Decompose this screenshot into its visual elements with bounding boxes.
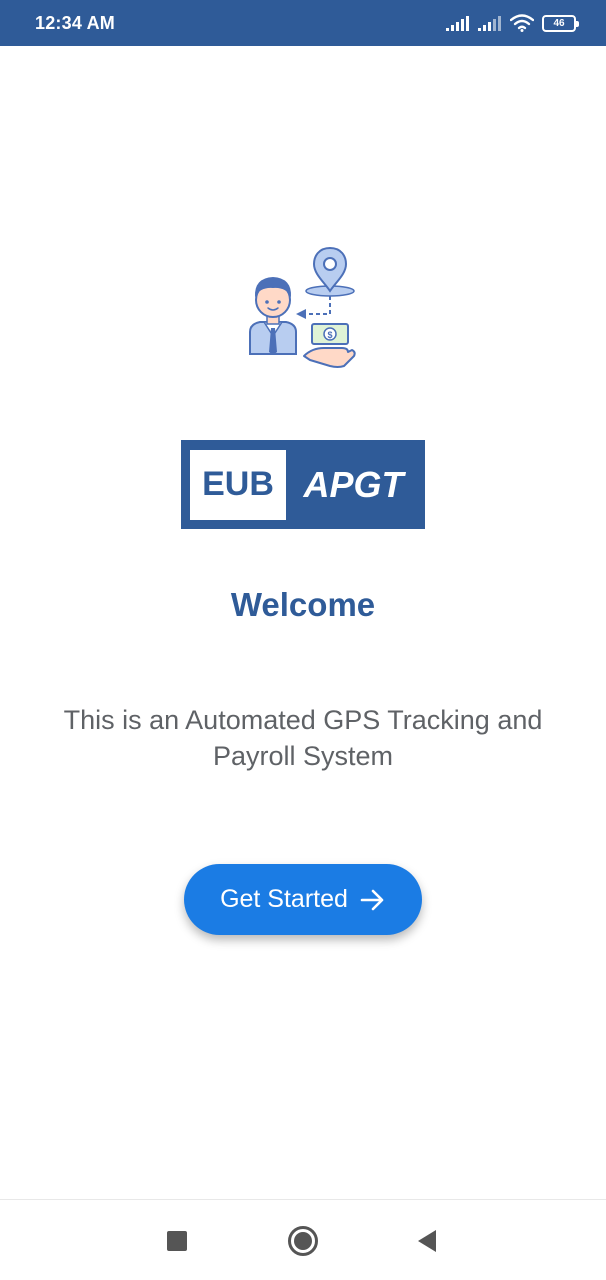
battery-icon: 46 xyxy=(542,14,579,32)
battery-level: 46 xyxy=(553,17,565,29)
navigation-bar xyxy=(0,1199,606,1280)
recent-apps-button[interactable] xyxy=(152,1200,202,1280)
logo-apgt-text: APGT xyxy=(303,463,404,505)
wifi-icon xyxy=(510,14,534,32)
welcome-title: Welcome xyxy=(230,586,376,623)
recent-apps-icon xyxy=(167,1230,187,1251)
logo-eub-block: EUB xyxy=(190,449,286,520)
status-bar: 12:34 AM 46 xyxy=(0,0,606,46)
logo-apgt-block: APGT xyxy=(286,464,425,506)
home-button[interactable] xyxy=(278,1200,328,1280)
back-icon xyxy=(418,1229,436,1252)
get-started-button[interactable]: Get Started xyxy=(184,864,422,935)
signal-icon xyxy=(446,16,469,31)
back-button[interactable] xyxy=(402,1200,452,1280)
app-description: This is an Automated GPS Tracking and Pa… xyxy=(63,705,543,771)
status-time: 12:34 AM xyxy=(35,12,115,33)
logo-eub-text: EUB xyxy=(202,465,274,503)
status-icons: 46 xyxy=(446,14,579,32)
arrow-right-icon xyxy=(360,889,386,911)
svg-text:$: $ xyxy=(327,330,332,340)
eub-apgt-logo: EUB APGT xyxy=(181,440,425,529)
payroll-tracking-illustration: $ xyxy=(249,246,356,368)
get-started-label: Get Started xyxy=(220,885,348,913)
home-icon xyxy=(288,1225,318,1256)
welcome-screen: 12:34 AM 46 $ EUB APGT Welcome This is a… xyxy=(0,0,606,1280)
signal-icon xyxy=(478,16,501,31)
